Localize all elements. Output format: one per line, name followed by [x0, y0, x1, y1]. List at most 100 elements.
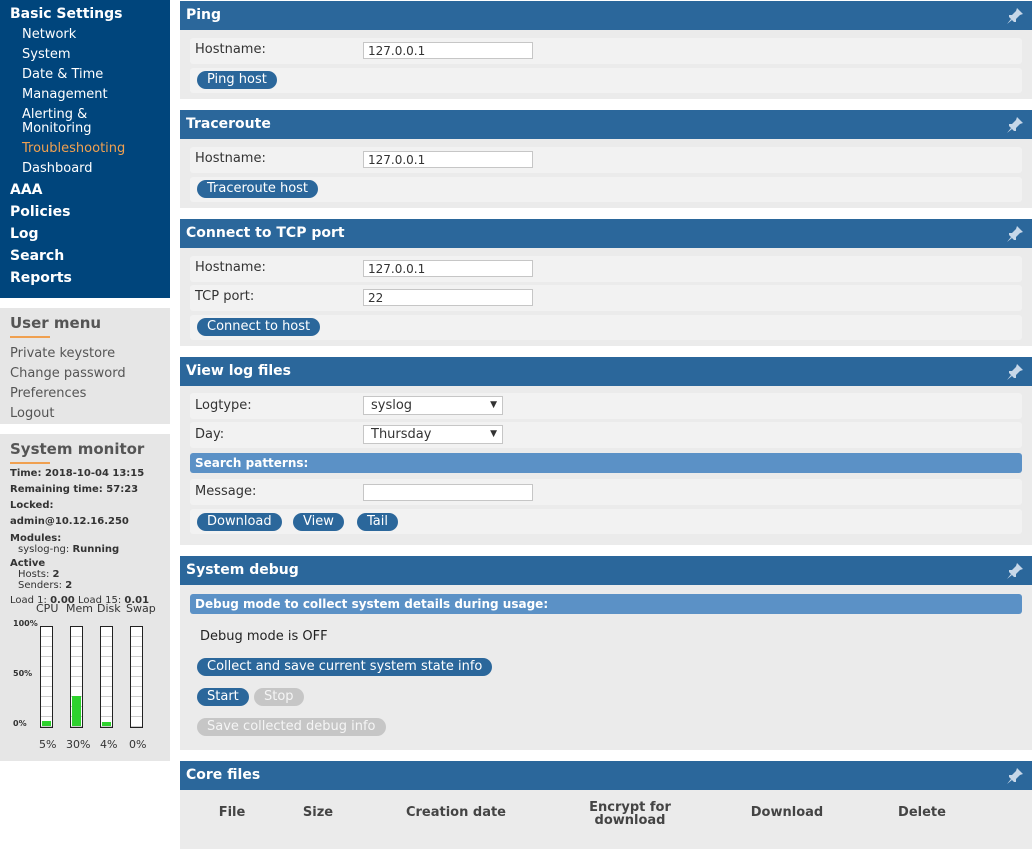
pin-icon[interactable]: [1006, 562, 1024, 580]
nav-reports[interactable]: Reports: [0, 267, 170, 289]
gauge-label-mem: Mem: [66, 602, 93, 615]
pin-icon[interactable]: [1006, 7, 1024, 25]
nav-aaa[interactable]: AAA: [0, 179, 170, 201]
log-files-panel: View log files Logtype: syslog ▼ Day: Th…: [180, 357, 1032, 545]
tail-button[interactable]: Tail: [357, 513, 398, 531]
user-menu-underline: [10, 336, 50, 338]
tcp-title: Connect to TCP port: [186, 225, 345, 241]
message-row: Message:: [190, 479, 1022, 505]
traceroute-hostname-label: Hostname:: [195, 151, 266, 166]
nav-management[interactable]: Management: [0, 85, 170, 105]
tcp-hostname-input[interactable]: [363, 260, 533, 277]
nav-network[interactable]: Network: [0, 25, 170, 45]
monitor-time: Time: 2018-10-04 13:15: [10, 468, 145, 479]
nav-alerting-monitoring[interactable]: Alerting & Monitoring: [0, 105, 120, 139]
gauge-bar-disk: [100, 626, 113, 728]
day-select[interactable]: Thursday ▼: [363, 425, 503, 444]
gauge-label-cpu: CPU: [36, 602, 59, 615]
gauge-label-swap: Swap: [126, 602, 156, 615]
col-creation-date: Creation date: [405, 805, 507, 820]
day-value: Thursday: [371, 427, 432, 442]
monitor-hosts: Hosts: 2: [18, 569, 60, 580]
chevron-down-icon: ▼: [490, 400, 497, 410]
pin-icon[interactable]: [1006, 767, 1024, 785]
ping-host-button[interactable]: Ping host: [197, 71, 277, 89]
log-files-header: View log files: [180, 357, 1032, 386]
gauge-bar-swap: [130, 626, 143, 728]
core-files-panel: Core files File Size Creation date Encry…: [180, 761, 1032, 849]
user-menu-title: User menu: [10, 314, 102, 332]
system-monitor-underline: [10, 462, 50, 464]
col-size: Size: [302, 805, 334, 820]
ping-hostname-input[interactable]: [363, 42, 533, 59]
gauge-fill-cpu: [42, 721, 51, 726]
download-button[interactable]: Download: [197, 513, 282, 531]
system-debug-header: System debug: [180, 556, 1032, 585]
logtype-label: Logtype:: [195, 398, 252, 413]
logtype-row: Logtype: syslog ▼: [190, 393, 1022, 419]
nav-date-time[interactable]: Date & Time: [0, 65, 170, 85]
nav-troubleshooting[interactable]: Troubleshooting: [0, 139, 170, 159]
traceroute-host-button[interactable]: Traceroute host: [197, 180, 319, 198]
pin-icon[interactable]: [1006, 363, 1024, 381]
nav-system[interactable]: System: [0, 45, 170, 65]
logtype-value: syslog: [371, 398, 413, 413]
nav-log[interactable]: Log: [0, 223, 170, 245]
pin-icon[interactable]: [1006, 116, 1024, 134]
ping-header: Ping: [180, 1, 1032, 30]
user-menu-preferences[interactable]: Preferences: [10, 384, 160, 404]
view-button[interactable]: View: [293, 513, 344, 531]
user-menu-change-password[interactable]: Change password: [10, 364, 160, 384]
gauge-pct-cpu: 5%: [39, 738, 57, 751]
nav-dashboard[interactable]: Dashboard: [0, 159, 170, 179]
debug-mode-heading: Debug mode to collect system details dur…: [190, 594, 1022, 614]
nav-search[interactable]: Search: [0, 245, 170, 267]
system-monitor-title: System monitor: [10, 440, 145, 458]
ping-hostname-row: Hostname:: [190, 38, 1022, 64]
connect-to-host-button[interactable]: Connect to host: [197, 318, 321, 336]
user-menu: User menu Private keystore Change passwo…: [0, 308, 170, 424]
monitor-modules-label: Modules:: [10, 533, 62, 544]
tcp-port-row: TCP port:: [190, 285, 1022, 311]
traceroute-panel: Traceroute Hostname: Traceroute host: [180, 110, 1032, 208]
gauge-bar-mem: [70, 626, 83, 728]
tcp-header: Connect to TCP port: [180, 219, 1032, 248]
day-label: Day:: [195, 427, 225, 442]
stop-debug-button[interactable]: Stop: [254, 688, 304, 706]
logtype-select[interactable]: syslog ▼: [363, 396, 503, 415]
user-menu-private-keystore[interactable]: Private keystore: [10, 344, 160, 364]
chevron-down-icon: ▼: [490, 429, 497, 439]
core-files-title: Core files: [186, 767, 261, 783]
message-input[interactable]: [363, 484, 533, 501]
system-monitor: System monitor Time: 2018-10-04 13:15 Re…: [0, 434, 170, 761]
nav-policies[interactable]: Policies: [0, 201, 170, 223]
start-debug-button[interactable]: Start: [197, 688, 249, 706]
gauge-fill-disk: [102, 722, 111, 726]
gauge-axis-0: 0%: [13, 719, 27, 728]
tcp-hostname-row: Hostname:: [190, 256, 1022, 282]
pin-icon[interactable]: [1006, 225, 1024, 243]
traceroute-hostname-input[interactable]: [363, 151, 533, 168]
debug-status: Debug mode is OFF: [200, 629, 328, 644]
traceroute-hostname-row: Hostname:: [190, 147, 1022, 173]
search-patterns-heading: Search patterns:: [190, 453, 1022, 473]
ping-title: Ping: [186, 7, 222, 23]
monitor-module-syslog: syslog-ng: Running: [18, 544, 120, 555]
tcp-port-label: TCP port:: [195, 289, 255, 304]
traceroute-header: Traceroute: [180, 110, 1032, 139]
user-menu-logout[interactable]: Logout: [10, 404, 160, 424]
monitor-remaining: Remaining time: 57:23: [10, 484, 139, 495]
save-debug-info-button[interactable]: Save collected debug info: [197, 718, 386, 736]
monitor-active-label: Active: [10, 558, 46, 569]
tcp-port-input[interactable]: [363, 289, 533, 306]
log-buttons-row: Download View Tail: [190, 509, 1022, 534]
collect-system-state-button[interactable]: Collect and save current system state in…: [197, 658, 493, 676]
gauge-bar-cpu: [40, 626, 53, 728]
nav-basic-settings[interactable]: Basic Settings: [0, 3, 170, 25]
col-encrypt-for-download: Encrypt for download: [589, 800, 671, 828]
gauge-pct-disk: 4%: [100, 738, 118, 751]
gauge-axis-100: 100%: [13, 619, 38, 628]
monitor-locked: Locked: admin@10.12.16.250: [10, 500, 129, 527]
sidebar: Basic Settings Network System Date & Tim…: [0, 0, 170, 849]
message-label: Message:: [195, 484, 257, 499]
